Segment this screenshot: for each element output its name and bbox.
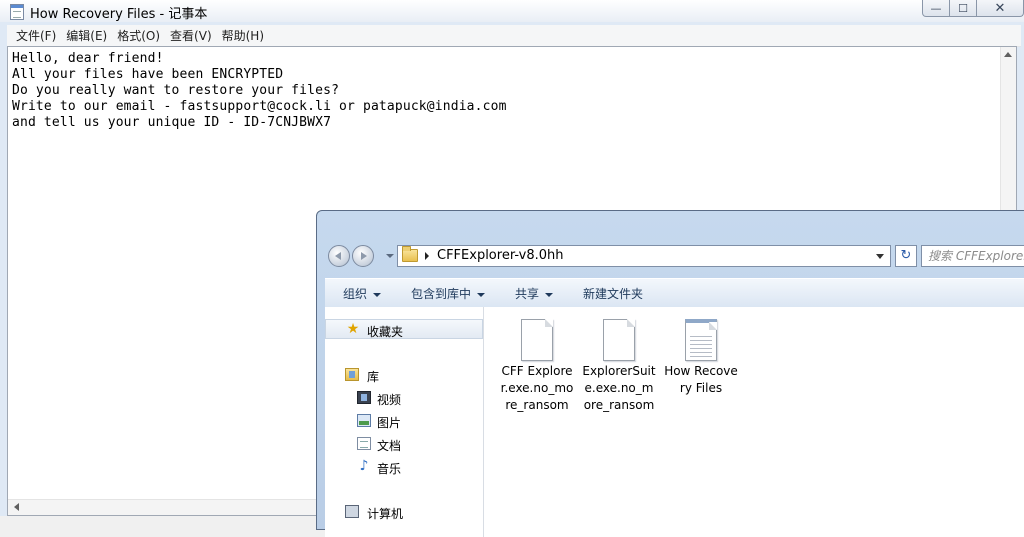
folder-icon xyxy=(402,246,418,262)
nav-item-videos[interactable]: 视频 xyxy=(325,388,483,408)
forward-button[interactable] xyxy=(352,245,374,267)
nav-item-music[interactable]: ♪ 音乐 xyxy=(325,457,483,477)
nav-item-pictures[interactable]: 图片 xyxy=(325,411,483,431)
note-line: Hello, dear friend! xyxy=(12,51,164,66)
chevron-down-icon xyxy=(373,292,382,297)
menu-format[interactable]: 格式(O) xyxy=(112,27,165,44)
file-name: ExplorerSuite.exe.no_more_ransom xyxy=(582,364,656,412)
search-box xyxy=(921,245,1024,267)
menu-view[interactable]: 查看(V) xyxy=(165,27,217,44)
blank-file-icon xyxy=(521,319,553,361)
navigation-pane: ★ 收藏夹 库 视频 图片 文档 ♪ 音乐 计算机 xyxy=(325,307,484,537)
document-icon xyxy=(357,437,371,450)
file-item[interactable]: CFF Explorer.exe.no_more_ransom xyxy=(497,319,577,414)
minimize-button[interactable]: — xyxy=(922,0,950,17)
breadcrumb[interactable]: CFFExplorer-v8.0hh xyxy=(437,248,564,263)
blank-file-icon xyxy=(603,319,635,361)
include-in-library-button[interactable]: 包含到库中 xyxy=(411,285,486,302)
library-icon xyxy=(345,368,359,381)
navigation-bar: CFFExplorer-v8.0hh ↻ xyxy=(325,243,1024,269)
notepad-menu-bar: 文件(F) 编辑(E) 格式(O) 查看(V) 帮助(H) xyxy=(7,25,1021,47)
window-controls: — ☐ ✕ xyxy=(922,0,1024,17)
star-icon: ★ xyxy=(346,321,360,337)
video-icon xyxy=(357,391,371,404)
scroll-left-arrow-icon[interactable] xyxy=(14,503,19,511)
note-line: and tell us your unique ID - ID-7CNJBWX7 xyxy=(12,115,332,130)
command-bar: 组织 包含到库中 共享 新建文件夹 xyxy=(325,278,1024,308)
address-bar[interactable]: CFFExplorer-v8.0hh xyxy=(397,245,891,267)
menu-help[interactable]: 帮助(H) xyxy=(217,27,269,44)
close-button[interactable]: ✕ xyxy=(977,0,1024,17)
include-in-library-label: 包含到库中 xyxy=(411,287,472,301)
recent-pages-chevron-icon[interactable] xyxy=(386,254,394,258)
new-folder-button[interactable]: 新建文件夹 xyxy=(583,285,643,302)
nav-item-documents[interactable]: 文档 xyxy=(325,434,483,454)
nav-item-label: 计算机 xyxy=(367,507,404,521)
share-button[interactable]: 共享 xyxy=(515,285,554,302)
ransom-note-text: Hello, dear friend! All your files have … xyxy=(12,51,507,131)
note-line: All your files have been ENCRYPTED xyxy=(12,67,284,82)
music-icon: ♪ xyxy=(359,458,369,474)
explorer-window: CFFExplorer-v8.0hh ↻ 组织 包含到库中 共享 新建文件夹 ★… xyxy=(316,210,1024,537)
nav-item-favorites[interactable]: ★ 收藏夹 xyxy=(325,319,483,339)
file-name: CFF Explorer.exe.no_more_ransom xyxy=(500,364,574,412)
breadcrumb-arrow-icon[interactable] xyxy=(425,252,429,260)
nav-item-label: 收藏夹 xyxy=(367,325,404,339)
nav-item-label: 音乐 xyxy=(377,462,402,476)
scroll-up-arrow-icon[interactable] xyxy=(1004,52,1012,57)
horizontal-scrollbar[interactable] xyxy=(8,499,318,515)
file-item[interactable]: How Recovery Files xyxy=(661,319,741,397)
nav-item-label: 视频 xyxy=(377,393,402,407)
file-item[interactable]: ExplorerSuite.exe.no_more_ransom xyxy=(579,319,659,414)
share-label: 共享 xyxy=(515,287,540,301)
chevron-down-icon xyxy=(545,292,554,297)
nav-item-libraries[interactable]: 库 xyxy=(325,365,483,385)
menu-edit[interactable]: 编辑(E) xyxy=(61,27,112,44)
notepad-title: How Recovery Files - 记事本 xyxy=(30,7,208,22)
file-name: How Recovery Files xyxy=(664,364,738,395)
notepad-title-bar[interactable]: How Recovery Files - 记事本 — ☐ ✕ xyxy=(0,0,1024,22)
text-file-icon xyxy=(685,319,717,361)
organize-button[interactable]: 组织 xyxy=(343,285,382,302)
menu-file[interactable]: 文件(F) xyxy=(11,27,61,44)
notepad-icon xyxy=(10,4,24,20)
nav-item-label: 库 xyxy=(367,370,380,384)
file-list: CFF Explorer.exe.no_more_ransom Explorer… xyxy=(485,307,1024,537)
computer-icon xyxy=(345,505,359,518)
refresh-button[interactable]: ↻ xyxy=(895,245,917,267)
explorer-content: ★ 收藏夹 库 视频 图片 文档 ♪ 音乐 计算机 CFF Explorer.e… xyxy=(325,307,1024,537)
search-input[interactable] xyxy=(928,247,1024,265)
maximize-button[interactable]: ☐ xyxy=(950,0,977,17)
note-line: Do you really want to restore your files… xyxy=(12,83,340,98)
nav-item-label: 文档 xyxy=(377,439,402,453)
address-dropdown-icon[interactable] xyxy=(876,254,884,259)
nav-item-label: 图片 xyxy=(377,416,402,430)
nav-item-computer[interactable]: 计算机 xyxy=(325,502,483,522)
picture-icon xyxy=(357,414,371,427)
note-line: Write to our email - fastsupport@cock.li… xyxy=(12,99,507,114)
chevron-down-icon xyxy=(477,292,486,297)
back-button[interactable] xyxy=(328,245,350,267)
organize-label: 组织 xyxy=(343,287,368,301)
